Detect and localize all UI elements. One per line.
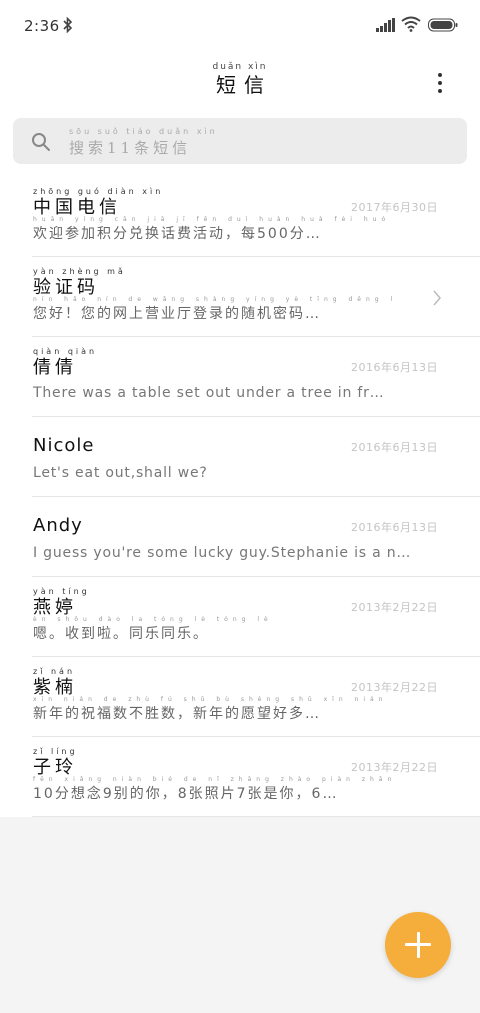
message-preview-group: èn shōu dào la tóng lè tóng lè 嗯。收到啦。同乐同… xyxy=(33,615,393,644)
contact-name-pinyin: qiàn qiàn xyxy=(33,347,98,356)
title-text: 短信 xyxy=(216,73,272,97)
search-placeholder-pinyin: sōu suǒ tiáo duǎn xìn xyxy=(69,127,218,136)
contact-name-pinyin: zǐ nán xyxy=(33,667,76,676)
message-preview: 欢迎参加积分兑换话费活动，每500分… xyxy=(33,226,322,242)
row-divider xyxy=(32,816,480,817)
message-preview: There was a table set out under a tree i… xyxy=(33,385,385,401)
message-preview-group: huān yíng cān jiā jī fēn duì huàn huà fè… xyxy=(33,215,393,244)
message-date: 2016年6月13日 xyxy=(351,441,438,454)
chevron-right-icon xyxy=(433,290,441,306)
message-date: 2016年6月13日 xyxy=(351,521,438,534)
message-preview: I guess you're some lucky guy.Stephanie … xyxy=(33,545,412,561)
app-header: duǎn xìn 短信 xyxy=(0,52,480,112)
conversation-row[interactable]: Nicole 2016年6月13日 Let's eat out,shall we… xyxy=(0,417,480,497)
conversation-row[interactable]: yàn tíng 燕婷 2013年2月22日 èn shōu dào la tó… xyxy=(0,577,480,657)
contact-name-pinyin: zǐ líng xyxy=(33,747,78,756)
contact-name-pinyin: yàn zhèng mǎ xyxy=(33,267,126,276)
message-date: 2016年6月13日 xyxy=(351,361,438,374)
conversation-row[interactable]: zǐ nán 紫楠 2013年2月22日 xīn nián de zhù fú … xyxy=(0,657,480,737)
message-preview: Let's eat out,shall we? xyxy=(33,465,208,481)
search-input[interactable]: sōu suǒ tiáo duǎn xìn 搜索11条短信 xyxy=(13,118,467,164)
search-area: sōu suǒ tiáo duǎn xìn 搜索11条短信 xyxy=(0,112,480,177)
message-preview-group: fēn xiǎng niàn bié de nǐ zhāng zhào piàn… xyxy=(33,775,393,804)
more-vertical-icon[interactable] xyxy=(426,70,454,100)
search-icon xyxy=(32,133,50,151)
contact-name-pinyin: yàn tíng xyxy=(33,587,90,596)
message-preview: 新年的祝福数不胜数，新年的愿望好多… xyxy=(33,706,321,722)
bluetooth-icon xyxy=(63,16,73,34)
message-preview: 10分想念9别的你，8张照片7张是你，6… xyxy=(33,786,339,802)
message-preview: 嗯。收到啦。同乐同乐。 xyxy=(33,626,209,642)
message-preview-pinyin: nín hǎo nín de wǎng shàng yíng yè tīng d… xyxy=(33,296,393,303)
message-preview-pinyin: huān yíng cān jiā jī fēn duì huàn huà fè… xyxy=(33,216,393,223)
message-preview-pinyin: fēn xiǎng niàn bié de nǐ zhāng zhào piàn… xyxy=(33,776,393,783)
battery-icon xyxy=(428,18,458,32)
search-placeholder-text: 搜索11条短信 xyxy=(69,139,192,157)
message-preview: 您好！您的网上营业厅登录的随机密码… xyxy=(33,306,321,322)
conversation-row[interactable]: zhōng guó diàn xìn 中国电信 2017年6月30日 huān … xyxy=(0,177,480,257)
message-preview-group: nín hǎo nín de wǎng shàng yíng yè tīng d… xyxy=(33,295,393,324)
message-date: 2013年2月22日 xyxy=(351,761,438,774)
new-message-button[interactable] xyxy=(385,912,451,978)
signal-icon xyxy=(376,18,395,32)
conversation-list: zhōng guó diàn xìn 中国电信 2017年6月30日 huān … xyxy=(0,177,480,817)
wifi-icon xyxy=(401,16,421,32)
contact-name-pinyin: zhōng guó diàn xìn xyxy=(33,187,164,196)
conversation-row[interactable]: yàn zhèng mǎ 验证码 nín hǎo nín de wǎng shà… xyxy=(0,257,480,337)
contact-name: Andy xyxy=(33,515,83,536)
title-pinyin: duǎn xìn xyxy=(212,62,268,72)
message-date: 2013年2月22日 xyxy=(351,601,438,614)
conversation-row[interactable]: Andy 2016年6月13日 I guess you're some luck… xyxy=(0,497,480,577)
message-date: 2013年2月22日 xyxy=(351,681,438,694)
conversation-row[interactable]: zǐ líng 子玲 2013年2月22日 fēn xiǎng niàn bié… xyxy=(0,737,480,817)
page-title: duǎn xìn 短信 xyxy=(0,62,480,97)
status-bar: 2:36 xyxy=(0,0,480,52)
status-time: 2:36 xyxy=(24,17,60,35)
contact-name-group: qiàn qiàn 倩倩 xyxy=(33,347,97,379)
message-preview-group: xīn nián de zhù fú shǔ bù shèng shǔ xīn … xyxy=(33,695,393,724)
message-preview-pinyin: xīn nián de zhù fú shǔ bù shèng shǔ xīn … xyxy=(33,696,393,703)
conversation-row[interactable]: qiàn qiàn 倩倩 2016年6月13日 There was a tabl… xyxy=(0,337,480,417)
search-placeholder: sōu suǒ tiáo duǎn xìn 搜索11条短信 xyxy=(69,126,218,158)
contact-name: Nicole xyxy=(33,435,95,456)
message-date: 2017年6月30日 xyxy=(351,201,438,214)
message-preview-pinyin: èn shōu dào la tóng lè tóng lè xyxy=(33,616,273,623)
contact-name: 倩倩 xyxy=(33,357,77,378)
